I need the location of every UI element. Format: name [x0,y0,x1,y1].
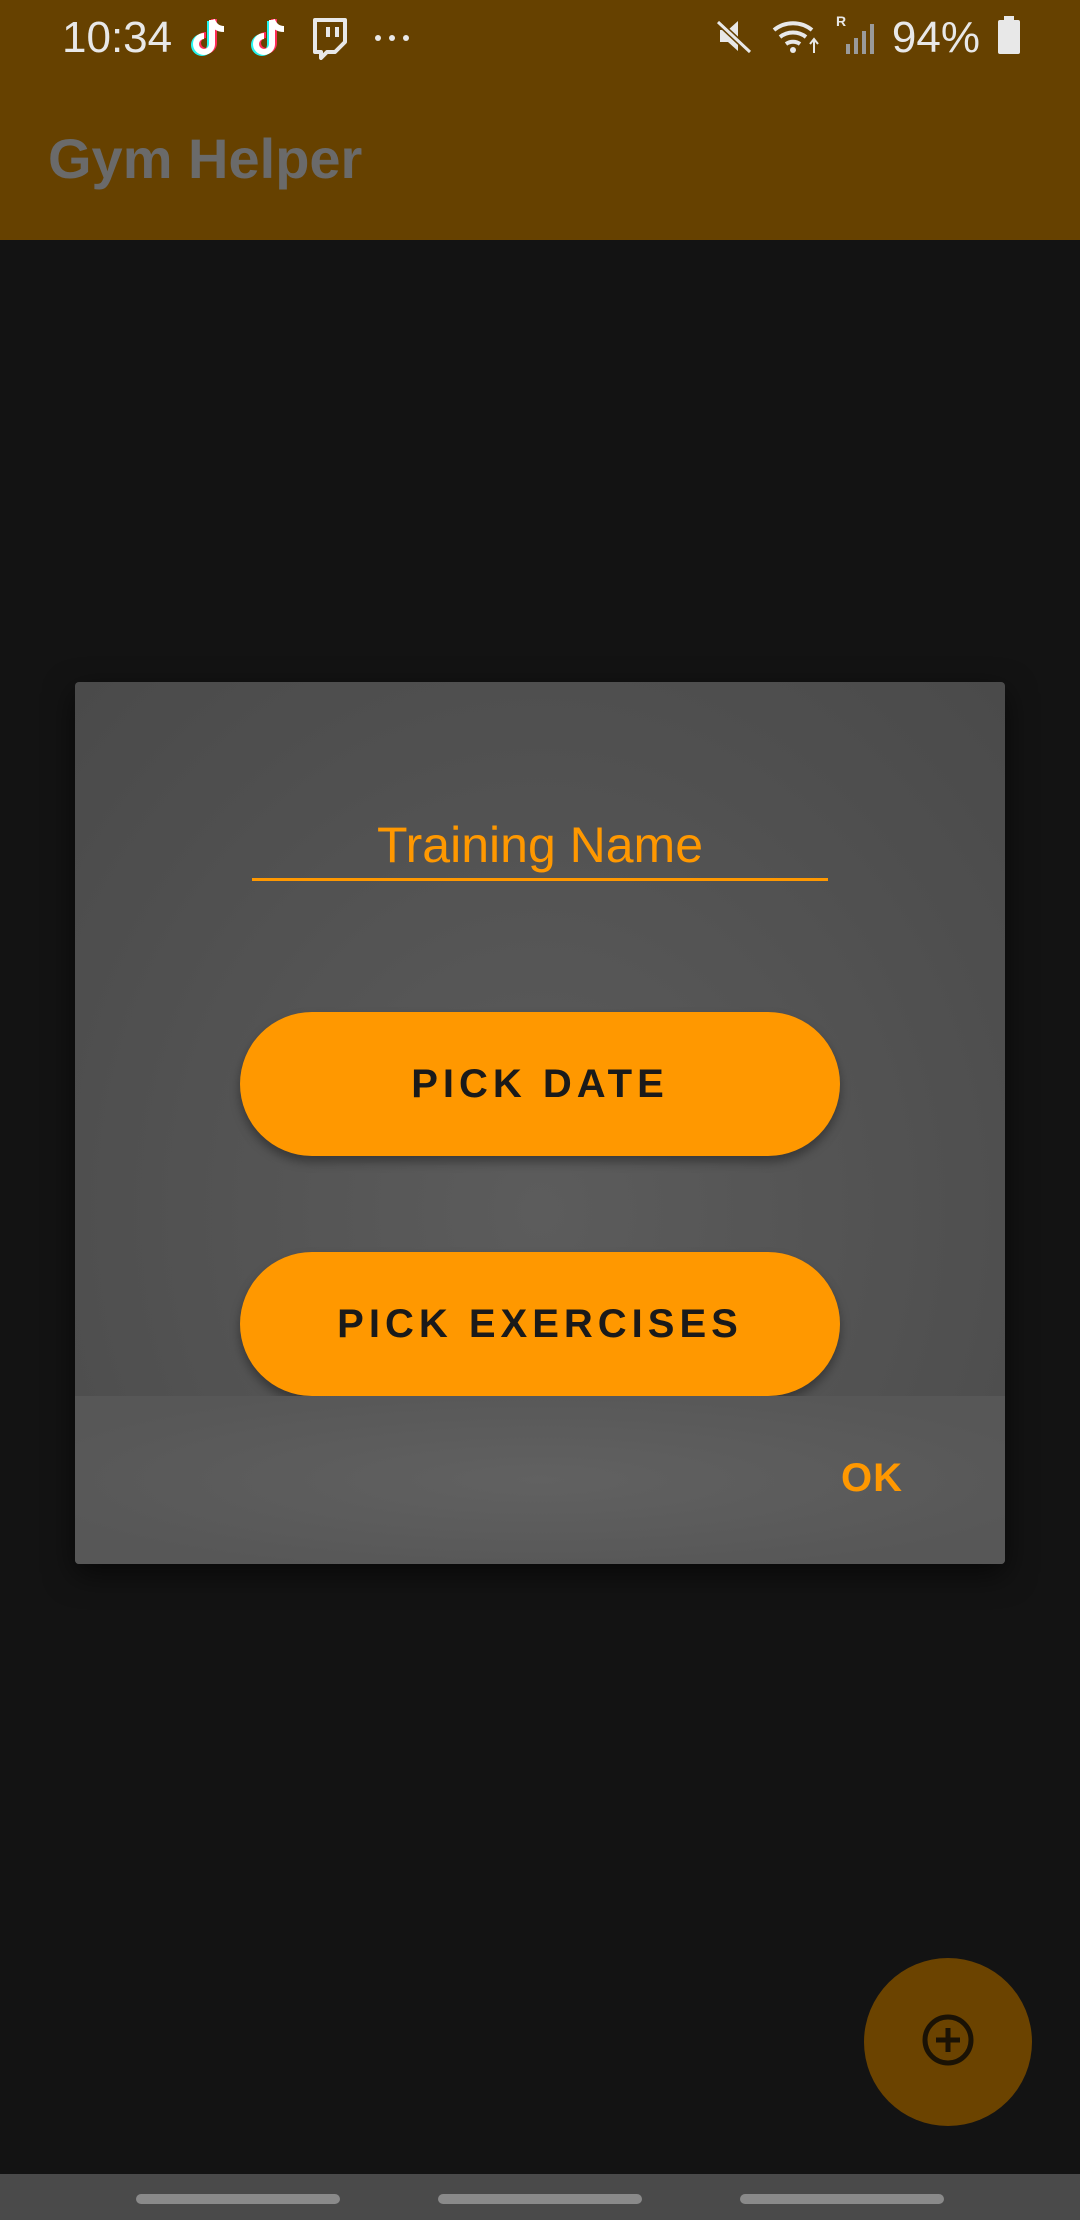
mute-icon [714,14,754,63]
tiktok-icon [190,16,230,60]
new-training-dialog: PICK DATE PICK EXERCISES OK [75,682,1005,1564]
more-dots-icon [370,16,414,60]
dialog-actions: OK [75,1396,1005,1564]
status-time: 10:34 [62,13,173,62]
nav-gesture-right[interactable] [740,2194,944,2204]
battery-icon [996,14,1022,63]
navigation-bar [0,2174,1080,2220]
ok-button[interactable]: OK [829,1448,915,1509]
nav-gesture-left[interactable] [136,2194,340,2204]
wifi-icon [770,14,820,63]
pick-date-button[interactable]: PICK DATE [240,1012,840,1156]
twitch-icon [310,16,350,60]
system-status-icons: R 94% [714,12,1022,64]
screen: 10:34 R 94% Gym Helper Training Name PIC… [0,0,1080,2220]
signal-icon: R [836,13,876,63]
add-circle-icon [920,2012,976,2073]
battery-percent: 94% [891,13,980,62]
nav-gesture-home[interactable] [438,2194,642,2204]
svg-text:R: R [836,14,846,29]
pick-exercises-button[interactable]: PICK EXERCISES [240,1252,840,1396]
add-training-fab[interactable] [864,1958,1032,2126]
notification-icons [190,14,414,62]
app-title: Gym Helper [48,127,363,190]
tiktok-icon [250,16,290,60]
status-bar: 10:34 R 94% [0,0,1080,76]
training-name-input[interactable] [252,812,828,881]
app-top-bar: 10:34 R 94% Gym Helper [0,0,1080,240]
